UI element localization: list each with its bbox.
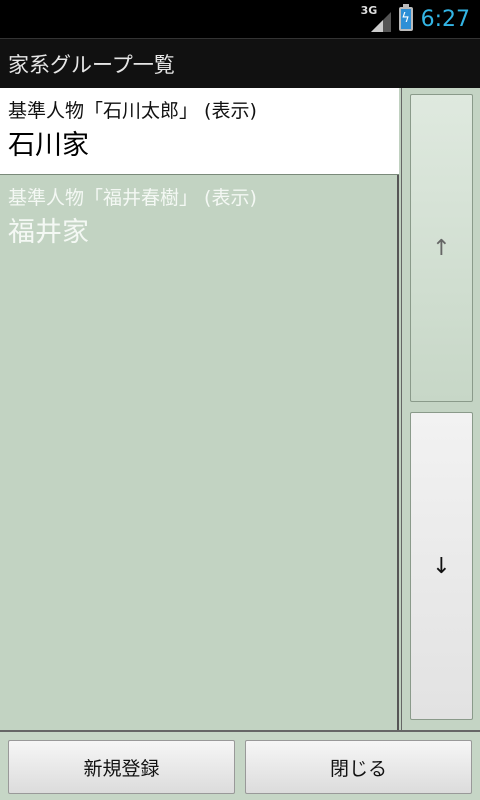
arrow-up-icon: ↑ <box>432 235 451 261</box>
list-item-reference-person: 基準人物「石川太郎」 (表示) <box>8 100 257 122</box>
list-item-family-name: 福井家 <box>8 217 89 248</box>
status-bar: 3G ϟ 6:27 <box>0 0 480 38</box>
scroll-controls: ↑ ↓ <box>401 88 480 730</box>
scroll-down-button[interactable]: ↓ <box>410 412 473 720</box>
family-group-list: 基準人物「石川太郎」 (表示) 石川家 基準人物「福井春樹」 (表示) 福井家 <box>0 88 399 730</box>
clock: 6:27 <box>420 6 470 32</box>
list-item[interactable]: 基準人物「石川太郎」 (表示) 石川家 <box>0 88 399 175</box>
signal-bars-icon <box>370 12 391 32</box>
signal-icon: 3G <box>361 4 391 32</box>
close-button[interactable]: 閉じる <box>245 740 472 794</box>
new-registration-button[interactable]: 新規登録 <box>8 740 235 794</box>
title-bar: 家系グループ一覧 <box>0 38 480 88</box>
list-item[interactable]: 基準人物「福井春樹」 (表示) 福井家 <box>0 175 399 262</box>
list-item-family-name: 石川家 <box>8 130 89 161</box>
arrow-down-icon: ↓ <box>432 553 451 579</box>
page-title: 家系グループ一覧 <box>8 52 175 77</box>
charging-bolt-icon: ϟ <box>401 11 410 26</box>
main-area: 基準人物「石川太郎」 (表示) 石川家 基準人物「福井春樹」 (表示) 福井家 … <box>0 88 480 730</box>
bottom-bar: 新規登録 閉じる <box>0 730 480 800</box>
battery-icon: ϟ <box>398 4 413 31</box>
list-item-reference-person: 基準人物「福井春樹」 (表示) <box>8 187 257 209</box>
scroll-up-button[interactable]: ↑ <box>410 94 473 402</box>
